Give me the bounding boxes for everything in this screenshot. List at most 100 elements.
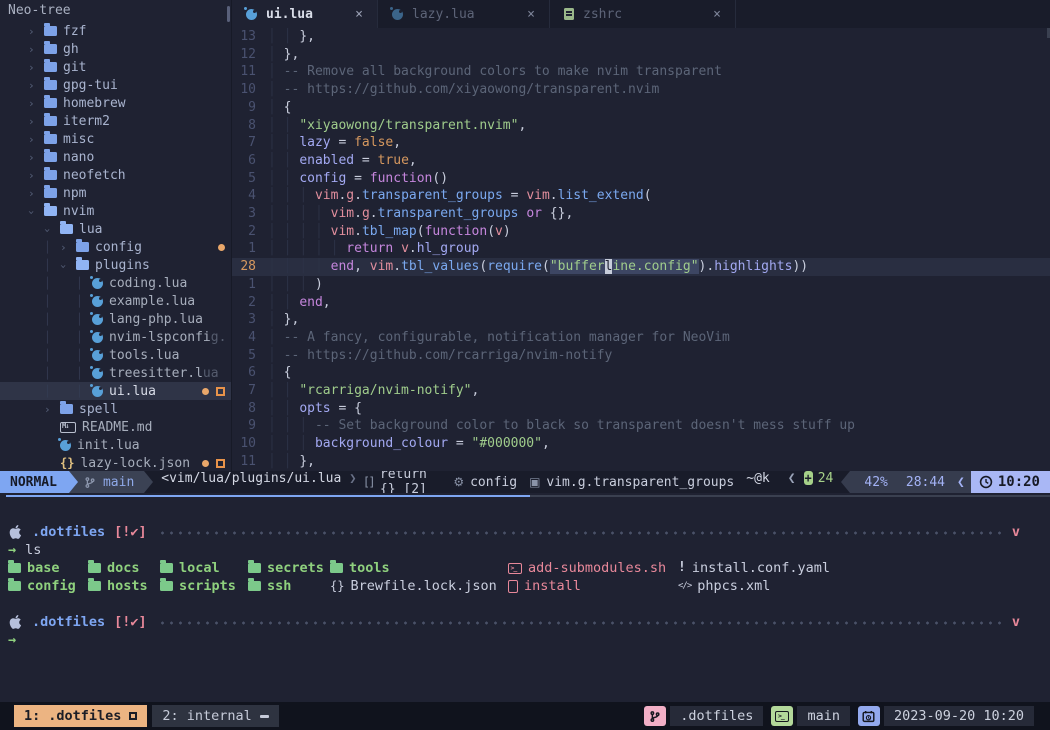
close-icon[interactable]: ×: [355, 7, 363, 22]
tab-ui-lua[interactable]: ui.lua ×: [232, 0, 378, 28]
code-line[interactable]: 5│ -- https://github.com/rcarriga/nvim-n…: [232, 347, 1050, 365]
breadcrumb-label: return {} [2]: [380, 471, 441, 493]
folder-icon: [44, 26, 57, 36]
tree-item-plugins[interactable]: │›plugins: [0, 256, 231, 274]
ls-entry-secrets: secrets: [248, 559, 330, 577]
close-icon[interactable]: ×: [527, 7, 535, 22]
prompt-tail: v: [1012, 613, 1020, 631]
tree-item-coding-lua[interactable]: ││coding.lua: [0, 274, 231, 292]
indent-guide: │: [268, 365, 284, 380]
tree-item-lang-php-lua[interactable]: ││lang-php.lua: [0, 310, 231, 328]
command-line-cursor[interactable]: →: [8, 631, 1050, 649]
tree-item-tools-lua[interactable]: ││tools.lua: [0, 346, 231, 364]
indent-guide: │: [299, 224, 315, 239]
tree-item-neofetch[interactable]: ›neofetch: [0, 166, 231, 184]
tree-item-iterm2[interactable]: ›iterm2: [0, 112, 231, 130]
close-icon[interactable]: ×: [713, 7, 721, 22]
tree-item-gh[interactable]: ›gh: [0, 40, 231, 58]
tree-item-misc[interactable]: ›misc: [0, 130, 231, 148]
token-kw: end: [299, 295, 322, 310]
tree-item-label: README.md: [82, 420, 152, 435]
tree-item-git[interactable]: ›git: [0, 58, 231, 76]
code-line[interactable]: 12│ },: [232, 46, 1050, 64]
chevron-right-icon: ›: [44, 403, 60, 416]
code-line[interactable]: 3│ },: [232, 311, 1050, 329]
code-line[interactable]: 28│ │ │ │ end, vim.tbl_values(require("b…: [232, 258, 1050, 276]
tree-item-config[interactable]: │›config: [0, 238, 231, 256]
code-line[interactable]: 6│ {: [232, 364, 1050, 382]
indent-guide: │: [268, 188, 284, 203]
folder-icon: [76, 242, 89, 252]
token-cm: -- A fancy, configurable, notification m…: [284, 330, 730, 345]
mode-indicator: NORMAL: [0, 471, 69, 493]
code-line[interactable]: 7│ │ lazy = false,: [232, 134, 1050, 152]
chevron-right-icon: ›: [28, 151, 44, 164]
tree-item-npm[interactable]: ›npm: [0, 184, 231, 202]
sidebar-scrollbar[interactable]: [227, 6, 230, 22]
code-text: │ -- A fancy, configurable, notification…: [268, 329, 730, 347]
token-pun: .: [354, 206, 362, 221]
code-line[interactable]: 11│ -- Remove all background colors to m…: [232, 63, 1050, 81]
line-number: 1: [232, 276, 268, 294]
apple-icon: [8, 524, 23, 540]
code-line[interactable]: 2│ │ │ │ vim.tbl_map(function(v): [232, 223, 1050, 241]
tree-item-nano[interactable]: ›nano: [0, 148, 231, 166]
code-line[interactable]: 2│ │ end,: [232, 294, 1050, 312]
tree-item-spell[interactable]: ›spell: [0, 400, 231, 418]
chevron-right-icon: ›: [28, 115, 44, 128]
tree-item-lazy-lock-json[interactable]: {}lazy-lock.json: [0, 454, 231, 471]
code-line[interactable]: 5│ │ config = function(): [232, 170, 1050, 188]
tree-item-label: nvim: [63, 204, 94, 219]
tree-item-label: lua: [79, 222, 102, 237]
tree-item-gpg-tui[interactable]: ›gpg-tui: [0, 76, 231, 94]
code-line[interactable]: 3│ │ │ │ vim.g.transparent_groups or {},: [232, 205, 1050, 223]
tree-item-readme-md[interactable]: README.md: [0, 418, 231, 436]
ls-entry-add-submodules-sh: add-submodules.sh: [508, 559, 678, 577]
yaml-file-icon: !: [678, 561, 686, 575]
token-num: true: [378, 153, 409, 168]
ls-entry-ssh: ssh: [248, 577, 330, 595]
tree-item-label: neofetch: [63, 168, 126, 183]
indent-guide: │: [284, 277, 300, 292]
chevron-left-icon: ❮: [788, 471, 796, 493]
code-line[interactable]: 1│ │ │ │ │ return v.hl_group: [232, 240, 1050, 258]
code-line[interactable]: 8│ │ "xiyaowong/transparent.nvim",: [232, 117, 1050, 135]
tree-item-nvim[interactable]: ›nvim: [0, 202, 231, 220]
code-line[interactable]: 7│ │ "rcarriga/nvim-notify",: [232, 382, 1050, 400]
code-line[interactable]: 4│ │ │ vim.g.transparent_groups = vim.li…: [232, 187, 1050, 205]
code-line[interactable]: 11│ │ },: [232, 453, 1050, 471]
tree-item-example-lua[interactable]: ││example.lua: [0, 292, 231, 310]
git-branch-icon: [649, 710, 661, 723]
token-fld: background_colour: [315, 436, 448, 451]
code-line[interactable]: 10│ -- https://github.com/xiyaowong/tran…: [232, 81, 1050, 99]
code-buffer[interactable]: 13│ │ },12│ },11│ -- Remove all backgrou…: [232, 28, 1050, 471]
tree-item-nvim-lspconfi[interactable]: ││nvim-lspconfig.: [0, 328, 231, 346]
gear-icon: ⚙: [453, 475, 464, 489]
token-pun: [393, 241, 401, 256]
code-line[interactable]: 13│ │ },: [232, 28, 1050, 46]
tree-item-lua[interactable]: ›lua: [0, 220, 231, 238]
tree-item-homebrew[interactable]: ›homebrew: [0, 94, 231, 112]
lua-file-icon: [92, 368, 103, 379]
code-line[interactable]: 6│ │ enabled = true,: [232, 152, 1050, 170]
pane-border[interactable]: [0, 493, 1050, 497]
shell-pane[interactable]: .dotfiles [!✔] v → ls basedocslocalsecre…: [0, 497, 1050, 702]
code-line[interactable]: 1│ │ │ ): [232, 276, 1050, 294]
token-pun: ): [315, 277, 323, 292]
code-line[interactable]: 9│ {: [232, 99, 1050, 117]
code-line[interactable]: 9│ │ │ -- Set background color to black …: [232, 417, 1050, 435]
tmux-window-1[interactable]: 1: .dotfiles: [14, 705, 147, 727]
tmux-window-2[interactable]: 2: internal: [152, 705, 278, 727]
code-line[interactable]: 8│ │ opts = {: [232, 400, 1050, 418]
tab-lazy-lua[interactable]: lazy.lua ×: [378, 0, 550, 28]
code-line[interactable]: 10│ │ │ background_colour = "#000000",: [232, 435, 1050, 453]
tree-item-label-dim: g.: [211, 330, 227, 345]
code-line[interactable]: 4│ -- A fancy, configurable, notificatio…: [232, 329, 1050, 347]
token-cm: -- https://github.com/rcarriga/nvim-noti…: [284, 348, 613, 363]
tree-item-ui-lua[interactable]: ││ui.lua: [0, 382, 231, 400]
tree-item-init-lua[interactable]: init.lua: [0, 436, 231, 454]
tree-item-treesitter-l[interactable]: ││treesitter.lua: [0, 364, 231, 382]
tree-item-fzf[interactable]: ›fzf: [0, 22, 231, 40]
tab-zshrc[interactable]: zshrc ×: [550, 0, 736, 28]
line-number: 5: [232, 347, 268, 365]
